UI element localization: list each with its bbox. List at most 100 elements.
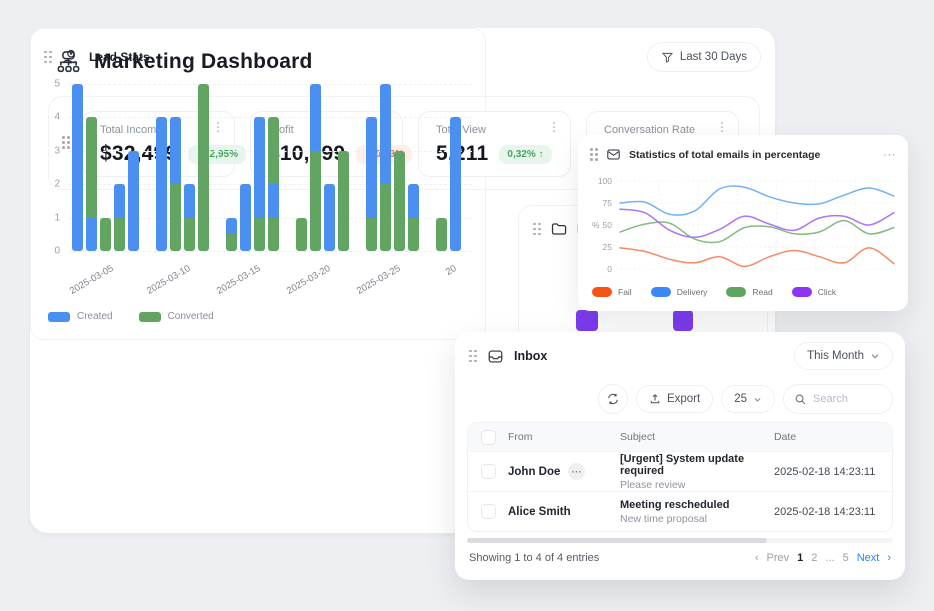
prev-icon[interactable]: ‹ <box>755 552 759 564</box>
bar-segment <box>268 218 279 251</box>
legend-swatch <box>726 287 746 297</box>
bar-segment <box>226 218 237 235</box>
next-icon[interactable]: › <box>887 552 891 564</box>
page-button-5[interactable]: 5 <box>843 552 849 564</box>
bar-segment <box>170 184 181 251</box>
stacked-bar <box>226 218 237 251</box>
bar-segment <box>450 117 461 251</box>
subject-subtext: Please review <box>620 479 774 491</box>
bar-segment <box>254 117 265 217</box>
stacked-bar <box>156 117 167 251</box>
drag-handle-icon[interactable] <box>44 51 52 64</box>
kebab-menu-icon[interactable]: ⋮ <box>548 121 560 133</box>
filter-label: Last 30 Days <box>680 51 747 63</box>
drag-handle-icon[interactable] <box>533 223 541 236</box>
legend-swatch <box>48 312 70 322</box>
email-stats-title: Statistics of total emails in percentage <box>629 149 820 161</box>
stacked-bar <box>170 117 181 251</box>
bar-segment <box>72 84 83 251</box>
next-button[interactable]: Next <box>857 552 880 564</box>
last-30-days-filter-button[interactable]: Last 30 Days <box>647 42 761 72</box>
row-checkbox[interactable] <box>481 504 496 519</box>
y-axis-tick: 3 <box>38 145 60 156</box>
email-stats-legend: Fail Delivery Read Click <box>592 287 836 297</box>
column-header-date: Date <box>774 431 892 443</box>
entries-summary: Showing 1 to 4 of 4 entries <box>469 552 599 564</box>
inbox-title: Inbox <box>514 349 547 363</box>
horizontal-scrollbar[interactable] <box>467 538 893 543</box>
bar-segment <box>128 151 139 251</box>
period-select-button[interactable]: This Month <box>794 342 893 370</box>
prev-button[interactable]: Prev <box>767 552 790 564</box>
legend-label: Fail <box>618 287 632 297</box>
subject-cell: [Urgent] System update requiredPlease re… <box>620 453 774 491</box>
bar-segment <box>226 234 237 251</box>
legend-swatch <box>651 287 671 297</box>
page-size-value: 25 <box>734 393 747 405</box>
date-cell: 2025-02-18 14:23:11 <box>774 506 892 518</box>
bar-segment <box>184 218 195 251</box>
bar-segment <box>170 117 181 184</box>
svg-text:25: 25 <box>603 242 613 252</box>
table-row[interactable]: Alice Smith Meeting rescheduledNew time p… <box>468 491 892 531</box>
y-axis-tick: 5 <box>38 79 60 90</box>
column-header-subject: Subject <box>620 431 774 443</box>
row-checkbox[interactable] <box>481 464 496 479</box>
legend-label: Delivery <box>677 287 708 297</box>
bar-group <box>366 84 419 251</box>
legend-item-click: Click <box>792 287 836 297</box>
legend-label: Created <box>77 311 113 322</box>
stacked-bar <box>380 84 391 251</box>
dots-menu-icon[interactable]: ⋯ <box>883 151 896 159</box>
email-stats-chart: 1007550250% <box>584 173 902 281</box>
page-ellipsis[interactable]: ... <box>825 552 834 564</box>
chevron-down-icon <box>870 351 880 361</box>
select-all-checkbox[interactable] <box>481 430 496 445</box>
export-button[interactable]: Export <box>636 385 713 413</box>
export-icon <box>649 393 661 405</box>
sender-name: John Doe <box>508 466 560 478</box>
period-label: This Month <box>807 350 864 362</box>
search-input[interactable] <box>813 393 883 405</box>
table-body: John Doe ··· [Urgent] System update requir… <box>468 451 892 531</box>
pagination: ‹ Prev 12... 5 Next › <box>755 552 891 564</box>
search-box[interactable] <box>783 384 893 414</box>
bar-group <box>156 84 209 251</box>
bar-segment <box>324 184 335 251</box>
refresh-button[interactable] <box>598 384 628 414</box>
bar-segment <box>114 218 125 251</box>
bar-segment <box>240 184 251 251</box>
mail-icon <box>606 147 621 162</box>
stacked-bar <box>436 218 447 251</box>
bar-segment <box>296 218 307 251</box>
followers-bar <box>673 310 693 331</box>
column-header-from: From <box>508 431 620 443</box>
kebab-menu-icon[interactable]: ⋮ <box>716 121 728 133</box>
bar-segment <box>366 218 377 251</box>
page-button-1[interactable]: 1 <box>797 552 803 564</box>
sender-name: Alice Smith <box>508 506 571 518</box>
stacked-bar <box>100 218 111 251</box>
bar-group <box>436 117 461 251</box>
subject-cell: Meeting rescheduledNew time proposal <box>620 499 774 525</box>
scrollbar-thumb[interactable] <box>467 538 767 543</box>
page-button-2[interactable]: 2 <box>811 552 817 564</box>
stacked-bar <box>128 151 139 251</box>
drag-handle-icon[interactable] <box>590 148 598 161</box>
legend-swatch <box>139 312 161 322</box>
x-axis-label: 2025-03-05 <box>67 263 115 297</box>
hand-coin-icon <box>61 48 80 67</box>
table-row[interactable]: John Doe ··· [Urgent] System update requir… <box>468 451 892 491</box>
line-series-fail <box>620 248 894 267</box>
page-size-select[interactable]: 25 <box>721 385 775 413</box>
legend-label: Click <box>818 287 836 297</box>
drag-handle-icon[interactable] <box>469 350 477 363</box>
row-menu-icon[interactable]: ··· <box>568 463 585 480</box>
inbox-table: From Subject Date John Doe ··· [Urgent] Sy… <box>467 422 893 532</box>
legend-item-read: Read <box>726 287 772 297</box>
table-header-row: From Subject Date <box>468 423 892 451</box>
from-cell: Alice Smith <box>508 506 620 518</box>
subject-subtext: New time proposal <box>620 513 774 525</box>
stacked-bar <box>254 117 265 251</box>
bar-segment <box>338 151 349 251</box>
